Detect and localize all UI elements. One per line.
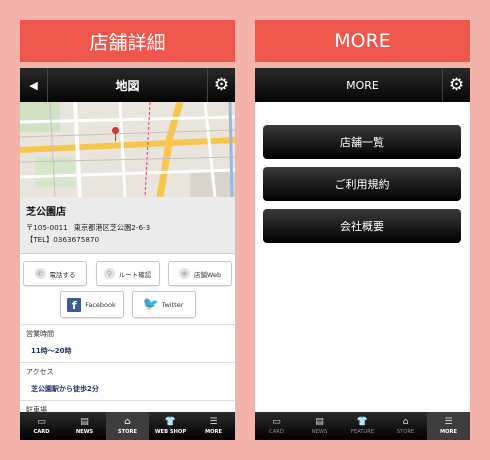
tab-label: CARD bbox=[269, 428, 284, 435]
settings-button[interactable]: ⚙ bbox=[442, 68, 470, 102]
tab-news[interactable]: ▤ NEWS bbox=[63, 412, 106, 440]
house-icon: ⌂ bbox=[124, 416, 131, 427]
nav-title: MORE bbox=[346, 78, 379, 92]
postal-code: 〒105-0011 bbox=[26, 223, 68, 232]
hours-label: 営業時間 bbox=[26, 330, 54, 338]
facebook-button[interactable]: f Facebook bbox=[59, 291, 124, 318]
action-buttons: ✆ 電話する ⚲ ルート確認 ⊕ 店舗Web bbox=[20, 254, 235, 286]
access-section: アクセス 芝公園駅から徒歩2分 bbox=[20, 362, 235, 400]
store-detail-screen: ◀ 地図 ⚙ 芝公園店 〒105-0011 東京都港区芝公園2-6-3 【TEL… bbox=[20, 68, 235, 440]
store-tel: 【TEL】0363675870 bbox=[26, 235, 100, 244]
store-map[interactable] bbox=[20, 102, 235, 197]
access-value: 芝公園駅から徒歩2分 bbox=[31, 385, 99, 393]
route-button[interactable]: ⚲ ルート確認 bbox=[95, 261, 160, 286]
tab-label: NEWS bbox=[311, 428, 328, 435]
map-pin-icon bbox=[112, 127, 119, 141]
back-button[interactable]: ◀ bbox=[20, 68, 48, 102]
tab-label: FEATURE bbox=[350, 428, 375, 435]
access-label: アクセス bbox=[26, 368, 54, 376]
card-icon: ▭ bbox=[272, 416, 281, 427]
twitter-label: Twitter bbox=[161, 300, 184, 309]
globe-icon: ⊕ bbox=[178, 268, 190, 279]
tab-more[interactable]: ☰ MORE bbox=[427, 412, 470, 440]
menu-icon: ☰ bbox=[209, 416, 218, 427]
house-icon: ⌂ bbox=[402, 416, 409, 427]
twitter-button[interactable]: 🐦 Twitter bbox=[131, 291, 196, 318]
tab-bar: ▭ CARD ▤ NEWS 👕 FEATURE ⌂ STORE ☰ MORE bbox=[255, 412, 470, 440]
store-address: 東京都港区芝公園2-6-3 bbox=[73, 223, 151, 232]
news-icon: ▤ bbox=[315, 416, 324, 427]
tab-store[interactable]: ⌂ STORE bbox=[106, 412, 149, 440]
call-label: 電話する bbox=[49, 270, 76, 279]
tab-label: WEB SHOP bbox=[154, 428, 187, 435]
settings-button[interactable]: ⚙ bbox=[207, 68, 235, 102]
route-label: ルート確認 bbox=[118, 270, 152, 279]
tab-feature[interactable]: 👕 FEATURE bbox=[341, 412, 384, 440]
tab-label: STORE bbox=[117, 428, 138, 435]
nav-bar: MORE ⚙ bbox=[255, 68, 470, 102]
more-heading: MORE bbox=[255, 20, 470, 62]
facebook-label: Facebook bbox=[85, 300, 116, 309]
tab-store[interactable]: ⌂ STORE bbox=[384, 412, 427, 440]
gear-icon: ⚙ bbox=[448, 75, 465, 95]
tab-card[interactable]: ▭ CARD bbox=[255, 412, 298, 440]
nav-title: 地図 bbox=[115, 78, 140, 93]
more-screen: MORE ⚙ 店舗一覧 ご利用規約 会社概要 ▭ CARD ▤ NEWS 👕 FEAT… bbox=[255, 68, 470, 440]
store-detail-heading: 店舗詳細 bbox=[20, 20, 235, 62]
facebook-icon: f bbox=[67, 297, 82, 312]
hours-section: 営業時間 11時〜20時 bbox=[20, 324, 235, 362]
hours-value: 11時〜20時 bbox=[31, 347, 72, 355]
store-web-label: 店舗Web bbox=[193, 270, 222, 279]
tab-more[interactable]: ☰ MORE bbox=[192, 412, 235, 440]
location-pin-icon: ⚲ bbox=[103, 268, 115, 279]
store-name: 芝公園店 bbox=[26, 207, 66, 218]
company-info-button[interactable]: 会社概要 bbox=[263, 209, 461, 243]
tab-label: NEWS bbox=[75, 428, 94, 435]
tab-web-shop[interactable]: 👕 WEB SHOP bbox=[149, 412, 192, 440]
phone-icon: ✆ bbox=[34, 268, 46, 279]
menu-icon: ☰ bbox=[444, 416, 453, 427]
tab-label: STORE bbox=[396, 428, 415, 435]
card-icon: ▭ bbox=[37, 416, 46, 427]
sns-buttons: f Facebook 🐦 Twitter bbox=[20, 286, 235, 324]
map-graphic bbox=[20, 102, 235, 197]
twitter-bird-icon: 🐦 bbox=[142, 297, 159, 312]
store-address-line: 〒105-0011 東京都港区芝公園2-6-3 bbox=[26, 222, 229, 234]
store-info: 芝公園店 〒105-0011 東京都港区芝公園2-6-3 【TEL】0363675… bbox=[20, 197, 235, 254]
back-arrow-icon: ◀ bbox=[29, 78, 38, 92]
tab-news[interactable]: ▤ NEWS bbox=[298, 412, 341, 440]
terms-button[interactable]: ご利用規約 bbox=[263, 167, 461, 201]
tshirt-icon: 👕 bbox=[356, 416, 369, 427]
news-icon: ▤ bbox=[80, 416, 89, 427]
store-list-button[interactable]: 店舗一覧 bbox=[263, 125, 461, 159]
gear-icon: ⚙ bbox=[213, 75, 230, 95]
tab-card[interactable]: ▭ CARD bbox=[20, 412, 63, 440]
nav-bar: ◀ 地図 ⚙ bbox=[20, 68, 235, 102]
call-button[interactable]: ✆ 電話する bbox=[23, 261, 87, 286]
tab-label: CARD bbox=[33, 428, 50, 435]
tab-label: MORE bbox=[204, 428, 223, 435]
tab-bar: ▭ CARD ▤ NEWS ⌂ STORE 👕 WEB SHOP ☰ MORE bbox=[20, 412, 235, 440]
store-web-button[interactable]: ⊕ 店舗Web bbox=[168, 261, 232, 286]
tshirt-icon: 👕 bbox=[164, 416, 177, 427]
tab-label: MORE bbox=[439, 428, 458, 435]
